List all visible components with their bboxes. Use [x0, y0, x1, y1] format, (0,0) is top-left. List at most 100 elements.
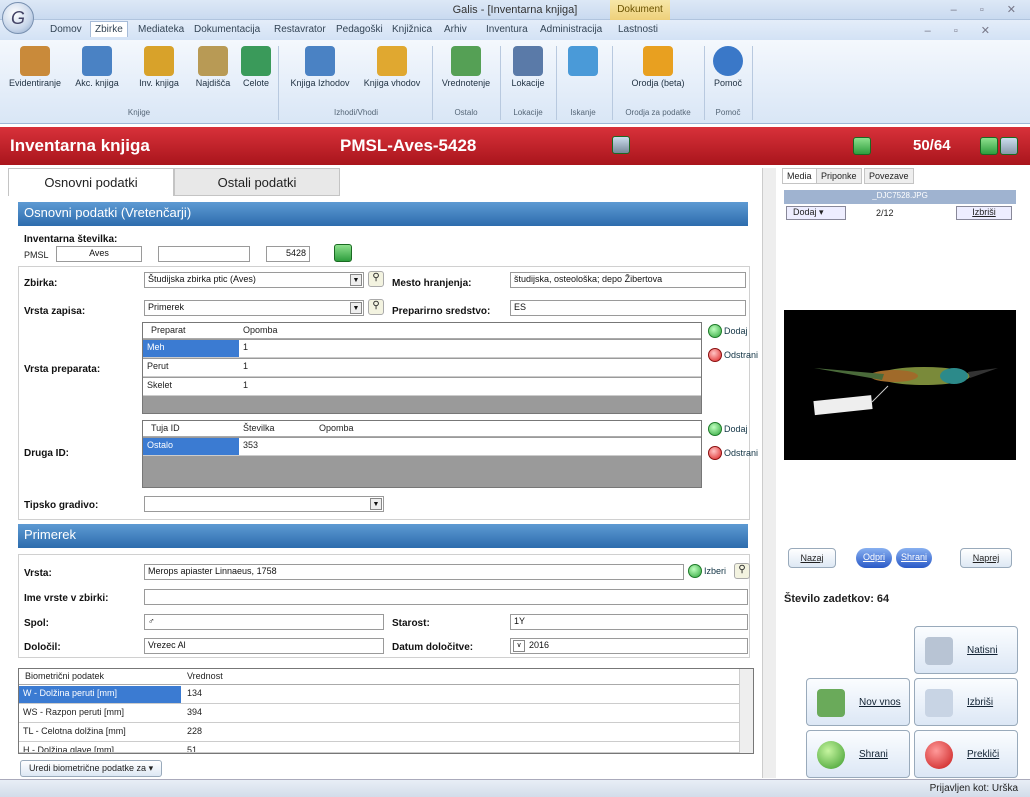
entry-book-icon: [377, 46, 407, 76]
main-scrollbar[interactable]: [762, 168, 776, 778]
chevron-down-icon[interactable]: ∨: [513, 640, 525, 652]
tab-priponke[interactable]: Priponke: [816, 168, 862, 184]
table-row[interactable]: Meh 1: [143, 340, 701, 358]
knjiga-izhodov-button[interactable]: Knjiga Izhodov: [284, 46, 356, 88]
new-entry-button[interactable]: Nov vnos: [806, 678, 910, 726]
vrsta-zapisa-select[interactable]: Primerek ▼: [144, 300, 364, 316]
preparirno-input[interactable]: ES: [510, 300, 746, 316]
link-icon[interactable]: ⚲: [368, 299, 384, 315]
status-bar: Prijavljen kot: Urška: [0, 779, 1030, 797]
section-basic-header: Osnovni podatki (Vretenčarji): [18, 202, 748, 226]
chevron-down-icon: ▼: [370, 498, 382, 510]
table-row[interactable]: Perut 1: [143, 359, 701, 377]
document-window-controls[interactable]: – ▫ ✕: [925, 24, 1000, 37]
specimen-photo[interactable]: [784, 310, 1016, 460]
lokacije-button[interactable]: Lokacije: [504, 46, 552, 88]
druga-remove-button[interactable]: Odstrani: [708, 446, 758, 460]
inv-part1-input[interactable]: Aves: [56, 246, 142, 262]
pomoc-button[interactable]: Pomoč: [708, 46, 748, 88]
inv-knjiga-button[interactable]: Inv. knjiga: [130, 46, 188, 88]
druga-add-button[interactable]: Dodaj: [708, 422, 748, 436]
grid-scrollbar[interactable]: [739, 669, 753, 753]
print-button[interactable]: Natisni: [914, 626, 1018, 674]
media-delete-button[interactable]: Izbriši: [956, 206, 1012, 220]
ribbon-separator: [752, 46, 753, 120]
preparirno-label: Preparirno sredstvo:: [392, 306, 491, 317]
media-open-button[interactable]: Odpri: [856, 548, 892, 568]
context-tab-dokument[interactable]: Dokument: [610, 0, 670, 20]
datum-input[interactable]: ∨ 2016: [510, 638, 748, 654]
akc-knjiga-button[interactable]: Akc. knjiga: [66, 46, 128, 88]
preparat-add-button[interactable]: Dodaj: [708, 324, 748, 338]
chevron-down-icon: ▼: [350, 274, 362, 286]
edit-biometric-button[interactable]: Uredi biometrične podatke za ▾: [20, 760, 163, 777]
table-row[interactable]: H - Dolžina glave [mm] 51: [19, 743, 739, 753]
grid-header-opomba: Opomba: [319, 423, 354, 433]
ime-vrste-label: Ime vrste v zbirki:: [24, 593, 109, 604]
save-button[interactable]: Shrani: [806, 730, 910, 778]
ribbon-group-iskanje: Iskanje: [570, 108, 596, 117]
table-row[interactable]: TL - Celotna dolžina [mm] 228: [19, 724, 739, 742]
tab-media[interactable]: Media: [782, 168, 817, 184]
tab-ostali-podatki[interactable]: Ostali podatki: [174, 168, 340, 196]
app-menu-button[interactable]: G: [2, 2, 34, 34]
preparat-remove-button[interactable]: Odstrani: [708, 348, 758, 362]
search-record-icon[interactable]: [1000, 137, 1018, 155]
inv-part2-input[interactable]: [158, 246, 250, 262]
cancel-button[interactable]: Prekliči: [914, 730, 1018, 778]
knjiga-vhodov-button[interactable]: Knjiga vhodov: [356, 46, 428, 88]
tab-osnovni-podatki[interactable]: Osnovni podatki: [8, 168, 174, 196]
table-row[interactable]: Ostalo 353: [143, 438, 701, 456]
menu-administracija[interactable]: Administracija: [540, 24, 602, 35]
menu-inventura[interactable]: Inventura: [486, 24, 528, 35]
accession-book-icon: [82, 46, 112, 76]
sync-icon[interactable]: [612, 136, 630, 154]
najdisca-button[interactable]: Najdišča: [190, 46, 236, 88]
media-save-button[interactable]: Shrani: [896, 548, 932, 568]
menu-mediateka[interactable]: Mediateka: [138, 24, 184, 35]
menu-domov[interactable]: Domov: [50, 24, 82, 35]
media-back-button[interactable]: Nazaj: [788, 548, 836, 568]
table-row[interactable]: Skelet 1: [143, 378, 701, 396]
ime-vrste-input[interactable]: [144, 589, 748, 605]
tab-povezave[interactable]: Povezave: [864, 168, 914, 184]
vrsta-select-button[interactable]: Izberi: [688, 564, 726, 578]
next-record-button[interactable]: [980, 137, 998, 155]
menu-dokumentacija[interactable]: Dokumentacija: [194, 24, 260, 35]
previous-record-button[interactable]: [853, 137, 871, 155]
window-controls[interactable]: – ▫ ✕: [951, 3, 1026, 16]
chevron-down-icon: ▼: [350, 302, 362, 314]
spol-input[interactable]: ♂: [144, 614, 384, 630]
table-row[interactable]: WS - Razpon peruti [mm] 394: [19, 705, 739, 723]
orodja-button[interactable]: Orodja (beta): [616, 46, 700, 88]
mesto-input[interactable]: študijska, osteološka; depo Žibertova: [510, 272, 746, 288]
menu-restavrator[interactable]: Restavrator: [274, 24, 326, 35]
link-icon[interactable]: ⚲: [368, 271, 384, 287]
celote-button[interactable]: Celote: [238, 46, 274, 88]
grid-header-stevilka: Številka: [243, 423, 275, 433]
media-forward-button[interactable]: Naprej: [960, 548, 1012, 568]
menu-lastnosti[interactable]: Lastnosti: [618, 24, 658, 35]
media-add-button[interactable]: Dodaj ▾: [786, 206, 846, 220]
starost-input[interactable]: 1Y: [510, 614, 748, 630]
link-icon[interactable]: ⚲: [734, 563, 750, 579]
iskanje-button[interactable]: [560, 46, 606, 78]
inv-go-button[interactable]: [334, 244, 352, 262]
delete-button[interactable]: Izbriši: [914, 678, 1018, 726]
printer-icon: [925, 637, 953, 665]
vrsta-input[interactable]: Merops apiaster Linnaeus, 1758: [144, 564, 684, 580]
menu-arhiv[interactable]: Arhiv: [444, 24, 467, 35]
zbirka-select[interactable]: Študijska zbirka ptic (Aves) ▼: [144, 272, 364, 288]
menu-zbirke[interactable]: Zbirke: [90, 21, 128, 37]
menu-knjiznica[interactable]: Knjižnica: [392, 24, 432, 35]
ribbon-separator: [704, 46, 705, 120]
menu-pedagoski[interactable]: Pedagoški: [336, 24, 383, 35]
inv-number-input[interactable]: 5428: [266, 246, 310, 262]
evidentiranje-button[interactable]: Evidentiranje: [4, 46, 66, 88]
grid-header-tuja-id: Tuja ID: [151, 423, 180, 433]
tipsko-select[interactable]: ▼: [144, 496, 384, 512]
vrednotenje-button[interactable]: Vrednotenje: [436, 46, 496, 88]
table-row[interactable]: W - Dolžina peruti [mm] 134: [19, 686, 739, 704]
bird-specimen-image: [813, 367, 998, 416]
dolocil-input[interactable]: Vrezec Al: [144, 638, 384, 654]
